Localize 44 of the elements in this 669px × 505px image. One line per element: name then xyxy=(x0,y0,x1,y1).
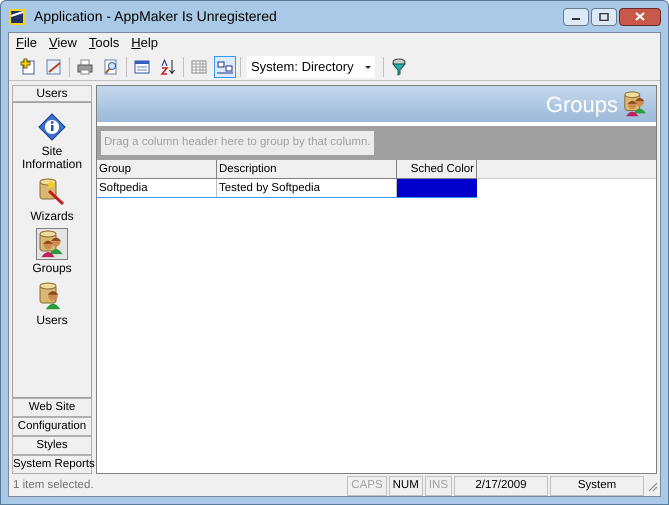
status-message: 1 item selected. xyxy=(13,478,95,494)
sidebar-section-tab[interactable]: Web Site xyxy=(12,398,92,417)
status-date: 2/17/2009 xyxy=(454,476,548,496)
info-icon xyxy=(37,112,67,142)
wizard-icon xyxy=(37,177,67,207)
menu-item[interactable]: Tools xyxy=(88,33,120,53)
sidebar-item[interactable]: Site Information xyxy=(15,111,89,171)
calendar-icon xyxy=(133,58,151,76)
sidebar-item[interactable]: Groups xyxy=(15,228,89,275)
table-row[interactable]: Softpedia Tested by Softpedia xyxy=(97,179,477,198)
column-header[interactable]: Group xyxy=(97,160,217,179)
window-title: Application - AppMaker Is Unregistered xyxy=(34,7,277,26)
directory-dropdown[interactable]: System: Directory xyxy=(247,56,375,78)
table-cell: Softpedia xyxy=(97,179,217,197)
status-indicator: NUM xyxy=(388,476,423,496)
sort-icon xyxy=(159,58,177,76)
status-user: System xyxy=(550,476,644,496)
resize-grip-icon xyxy=(646,480,658,492)
sidebar-section-tab[interactable]: Configuration xyxy=(12,417,92,436)
maximize-button[interactable] xyxy=(591,8,617,26)
group-by-hint: Drag a column header here to group by that column. xyxy=(101,131,374,155)
sidebar-section-tab[interactable]: System Reports xyxy=(12,455,92,474)
filter-icon xyxy=(390,58,408,76)
close-icon xyxy=(635,12,645,21)
new-document-icon xyxy=(19,58,37,76)
app-icon xyxy=(8,8,26,26)
sidebar-item[interactable]: Users xyxy=(15,280,89,327)
sidebar-header[interactable]: Users xyxy=(12,85,92,102)
menu-item[interactable]: View xyxy=(48,33,78,53)
banner-title: Groups xyxy=(546,90,618,119)
sidebar-item[interactable]: Wizards xyxy=(15,176,89,223)
sidebar-section-tab[interactable]: Styles xyxy=(12,436,92,455)
menu-item[interactable]: File xyxy=(15,33,38,53)
edit-icon xyxy=(45,58,63,76)
column-header[interactable]: Description xyxy=(217,160,397,179)
status-indicator: INS xyxy=(424,476,452,496)
menu-item[interactable]: Help xyxy=(130,33,160,53)
close-button[interactable] xyxy=(619,8,661,26)
grid-icon xyxy=(190,58,208,76)
minimize-button[interactable] xyxy=(563,8,589,26)
maximize-icon xyxy=(599,12,609,20)
printer-icon xyxy=(76,58,94,76)
status-indicator: CAPS xyxy=(347,476,387,496)
toolbar-button[interactable] xyxy=(214,56,236,78)
